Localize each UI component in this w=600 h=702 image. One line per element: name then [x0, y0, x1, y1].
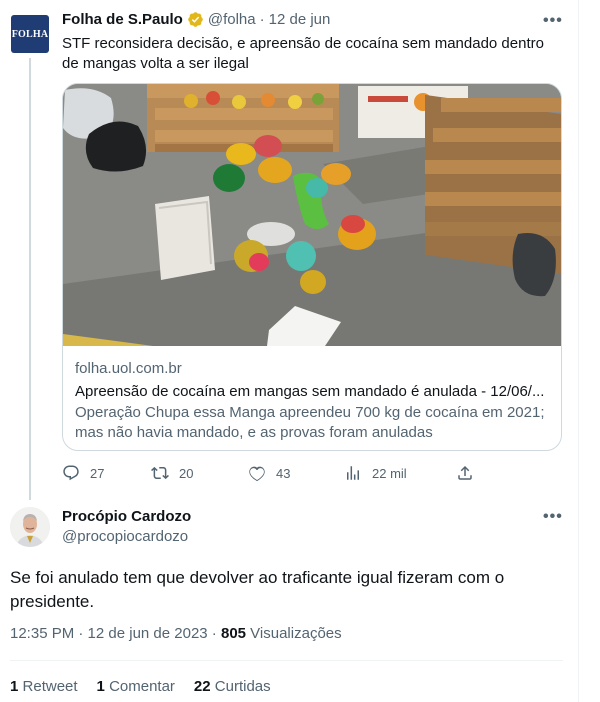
retweets-stat[interactable]: 1 Retweet — [10, 678, 78, 695]
card-description: Operação Chupa essa Manga apreendeu 700 … — [75, 404, 545, 441]
reply-view-count: 805 — [220, 625, 247, 642]
retweet-action[interactable]: 20 — [151, 464, 193, 482]
likes-stat-count: 22 — [193, 678, 211, 695]
parent-handle[interactable]: @folha — [208, 11, 256, 28]
parent-more-icon[interactable]: ••• — [543, 12, 563, 30]
card-meta: folha.uol.com.br Apreensão de cocaína em… — [75, 359, 550, 443]
reply-views-label: Visualizações — [246, 625, 342, 642]
stats-divider — [10, 660, 563, 661]
share-action[interactable] — [456, 464, 484, 482]
reply-action[interactable]: 27 — [62, 464, 104, 482]
reply-handle[interactable]: @procopiocardozo — [62, 528, 188, 545]
comments-stat-count: 1 — [96, 678, 105, 695]
analytics-icon — [347, 466, 359, 480]
parent-author-name[interactable]: Folha de S.Paulo — [62, 11, 183, 28]
retweets-stat-label: Retweet — [22, 678, 78, 695]
views-action[interactable]: 22 mil — [344, 464, 407, 482]
reply-timestamp[interactable]: 12:35 PM · 12 de jun de 2023 · — [10, 625, 221, 642]
comments-stat-label: Comentar — [109, 678, 175, 695]
parent-tweet-text: STF reconsidera decisão, e apreensão de … — [62, 35, 544, 72]
folha-avatar[interactable]: FOLHA — [11, 15, 49, 53]
parent-action-bar: 27 20 43 22 mil — [62, 464, 562, 484]
card-domain: folha.uol.com.br — [75, 360, 182, 377]
reply-author-name[interactable]: Procópio Cardozo — [62, 508, 191, 525]
card-title: Apreensão de cocaína em mangas sem manda… — [75, 383, 545, 400]
parent-date[interactable]: 12 de jun — [269, 11, 331, 28]
reply-tweet-text: Se foi anulado tem que devolver ao trafi… — [10, 568, 505, 611]
retweets-stat-count: 1 — [10, 678, 19, 695]
retweet-icon — [151, 466, 169, 480]
likes-stat[interactable]: 22 Curtidas — [194, 678, 271, 695]
reply-icon — [63, 465, 79, 481]
view-count: 22 mil — [372, 465, 407, 481]
procopio-avatar[interactable] — [10, 507, 50, 547]
share-icon — [458, 465, 472, 480]
likes-stat-label: Curtidas — [214, 678, 271, 695]
thread-connector-line — [29, 58, 31, 500]
reply-more-icon[interactable]: ••• — [543, 508, 563, 526]
card-image — [63, 84, 561, 346]
folha-avatar-text: FOLHA — [11, 28, 49, 40]
reply-timestamp-line: 12:35 PM · 12 de jun de 2023 · 805 Visua… — [10, 625, 342, 642]
link-card[interactable]: folha.uol.com.br Apreensão de cocaína em… — [62, 83, 562, 451]
reply-stats: 1 Retweet 1 Comentar 22 Curtidas — [10, 678, 290, 695]
retweet-count: 20 — [179, 465, 194, 481]
parent-tweet-header: Folha de S.Paulo @folha · 12 de jun — [62, 11, 330, 28]
timeline-border — [578, 0, 579, 702]
like-count: 43 — [276, 465, 291, 481]
heart-icon — [249, 466, 265, 482]
comments-stat[interactable]: 1 Comentar — [97, 678, 175, 695]
reply-count: 27 — [90, 465, 105, 481]
verified-badge-icon — [188, 12, 203, 27]
like-action[interactable]: 43 — [248, 464, 290, 482]
header-separator: · — [259, 11, 265, 28]
